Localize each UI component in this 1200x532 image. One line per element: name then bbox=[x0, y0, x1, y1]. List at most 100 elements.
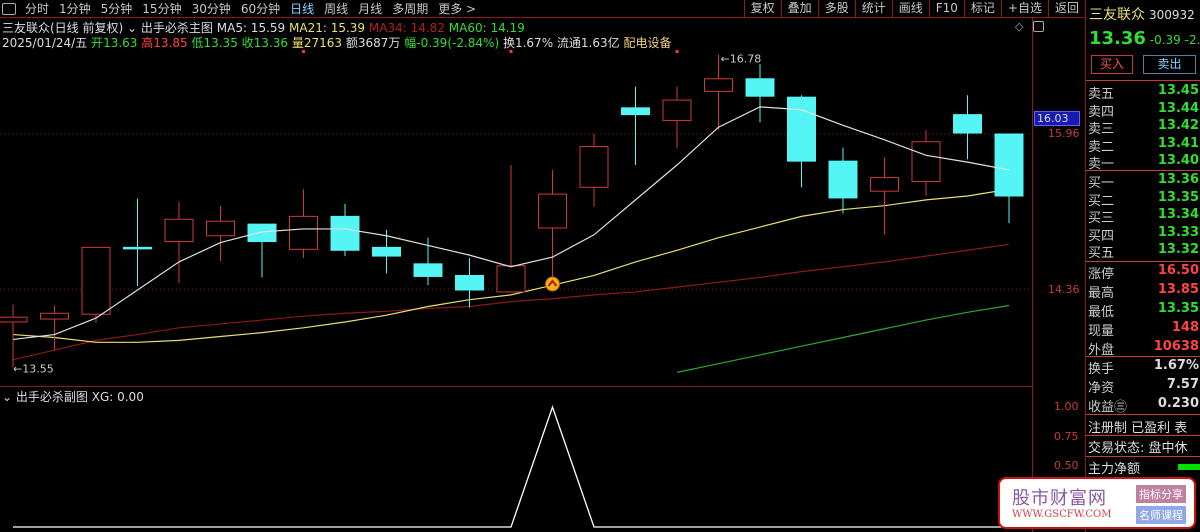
candle-body bbox=[828, 160, 858, 199]
sub-axis-label: 1.00 bbox=[1054, 400, 1079, 413]
turnover: 换1.67% bbox=[502, 36, 554, 50]
period-tab[interactable]: 更多 > bbox=[433, 0, 481, 17]
price-chart[interactable]: ←16.78 ←13.55 bbox=[0, 0, 1032, 532]
period-tab[interactable]: 月线 bbox=[353, 0, 387, 17]
row-label: 净资 bbox=[1088, 381, 1115, 396]
period-tab[interactable]: 分时 bbox=[20, 0, 54, 17]
watermark-tag: 指标分享 bbox=[1136, 485, 1186, 503]
row-label: 卖三 bbox=[1088, 122, 1115, 137]
row-label: 换手 bbox=[1088, 362, 1115, 377]
sell-button[interactable]: 卖出 bbox=[1143, 55, 1196, 74]
candle-body bbox=[372, 246, 401, 257]
period-tab[interactable]: 60分钟 bbox=[236, 0, 285, 17]
watermark: 股市财富网 WWW.GSCFW.COM 指标分享 名师课程 bbox=[998, 477, 1196, 529]
row-label: 买四 bbox=[1088, 228, 1115, 244]
watermark-tag: 名师课程 bbox=[1136, 506, 1186, 524]
row-label: 现量 bbox=[1088, 324, 1115, 339]
period-tab[interactable]: 日线 bbox=[285, 0, 319, 17]
quote-row: 卖五 13.45 bbox=[1086, 83, 1200, 102]
row-value: 13.33 bbox=[1157, 224, 1199, 240]
open-label: 开 bbox=[91, 36, 104, 50]
chevron-down-icon[interactable]: ⌄ bbox=[127, 21, 137, 35]
ma5-value: MA5: 15.59 bbox=[216, 21, 286, 35]
candle-body bbox=[289, 215, 318, 250]
panel-toggle-icon[interactable] bbox=[2, 2, 16, 15]
toolbar-button[interactable]: 返回 bbox=[1047, 0, 1085, 18]
stock-name-text: 三友联众 bbox=[1089, 7, 1145, 23]
axis-label: 14.36 bbox=[1048, 283, 1080, 296]
layout-toggle-icon[interactable] bbox=[1033, 21, 1044, 32]
period-tab[interactable]: 5分钟 bbox=[96, 0, 138, 17]
chevron-down-icon[interactable]: ⌄ bbox=[2, 390, 12, 404]
last-price: 13.36 bbox=[1089, 28, 1146, 49]
row-label: 买一 bbox=[1088, 176, 1115, 191]
high-label: 高 bbox=[141, 36, 154, 50]
row-value: 0.230 bbox=[1157, 396, 1199, 411]
stock-name: 三友联众 300932 bbox=[1089, 4, 1195, 24]
sub-indicator-name[interactable]: 出手必杀副图 bbox=[16, 390, 88, 404]
candle-body bbox=[330, 215, 360, 251]
low-value: 13.35 bbox=[203, 36, 238, 50]
toolbar-button[interactable]: 统计 bbox=[854, 0, 892, 18]
candle-body bbox=[413, 263, 443, 277]
toolbar-button[interactable]: F10 bbox=[928, 0, 964, 18]
candle-body bbox=[621, 107, 650, 116]
stock-code: 300932 bbox=[1149, 8, 1195, 22]
quote-row: 卖三 13.42 bbox=[1086, 118, 1200, 137]
candle-body bbox=[123, 246, 152, 250]
quote-row: 卖四 13.44 bbox=[1086, 101, 1200, 120]
divider bbox=[1086, 80, 1200, 81]
candle-body bbox=[247, 223, 277, 243]
row-value: 13.41 bbox=[1157, 135, 1199, 151]
toolbar-button[interactable]: 标记 bbox=[963, 0, 1001, 18]
ma60-value: MA60: 14.19 bbox=[448, 21, 525, 35]
sub-axis-label: 0.50 bbox=[1054, 459, 1079, 472]
row-label: 最高 bbox=[1088, 286, 1115, 301]
candle-body bbox=[870, 177, 899, 192]
toolbar-button[interactable]: 多股 bbox=[817, 0, 855, 18]
buy-button[interactable]: 买入 bbox=[1091, 55, 1133, 74]
xg-line bbox=[13, 405, 1009, 528]
period-tab[interactable]: 30分钟 bbox=[187, 0, 236, 17]
vol-label: 量 bbox=[291, 36, 304, 50]
high-marker: ←16.78 bbox=[721, 53, 762, 66]
period-tab[interactable]: 1分钟 bbox=[54, 0, 96, 17]
candle-body bbox=[164, 218, 194, 243]
period-tab[interactable]: 周线 bbox=[319, 0, 353, 17]
row-label: 最低 bbox=[1088, 305, 1115, 320]
toolbar-button[interactable]: 复权 bbox=[743, 0, 781, 18]
toolbar-button[interactable]: 叠加 bbox=[780, 0, 818, 18]
candle-body bbox=[704, 78, 733, 92]
sub-axis-label: 0.75 bbox=[1054, 430, 1079, 443]
row-label: 买二 bbox=[1088, 193, 1115, 209]
quote-row: 换手 1.67% bbox=[1086, 358, 1200, 377]
candle-body bbox=[662, 99, 692, 121]
signal-dot bbox=[675, 50, 679, 53]
candle-body bbox=[953, 114, 982, 134]
row-label: 卖二 bbox=[1088, 139, 1115, 155]
diamond-icon[interactable]: ◇ bbox=[1015, 20, 1023, 33]
divider bbox=[1086, 435, 1200, 436]
period-tab[interactable]: 15分钟 bbox=[137, 0, 186, 17]
sector[interactable]: 配电设备 bbox=[623, 36, 671, 50]
quote-row: 买一 13.36 bbox=[1086, 172, 1200, 191]
price-change: -0.39 bbox=[1149, 33, 1181, 47]
toolbar-button[interactable]: +自选 bbox=[1000, 0, 1048, 18]
price-pct: -2.8 bbox=[1184, 33, 1200, 47]
sub-indicator-header: ⌄ 出手必杀副图 XG: 0.00 bbox=[2, 388, 144, 405]
stock-title: 三友联众(日线 前复权) bbox=[2, 21, 124, 35]
ma34-value: MA34: 14.82 bbox=[368, 21, 445, 35]
candle-body bbox=[579, 146, 609, 188]
quote-row: 收益㊂ 0.230 bbox=[1086, 396, 1200, 415]
quote-row: 卖一 13.40 bbox=[1086, 153, 1200, 172]
divider bbox=[1086, 414, 1200, 415]
quote-row: 买二 13.35 bbox=[1086, 190, 1200, 209]
price-row: 13.36 -0.39 -2.8 bbox=[1089, 28, 1200, 49]
open-value: 13.63 bbox=[103, 36, 138, 50]
period-tab[interactable]: 多周期 bbox=[387, 0, 433, 17]
high-value: 13.85 bbox=[153, 36, 188, 50]
indicator-name[interactable]: 出手必杀主图 bbox=[141, 21, 213, 35]
toolbar-button[interactable]: 画线 bbox=[891, 0, 929, 18]
close-label: 收 bbox=[241, 36, 254, 50]
row-value: 13.40 bbox=[1157, 153, 1199, 168]
